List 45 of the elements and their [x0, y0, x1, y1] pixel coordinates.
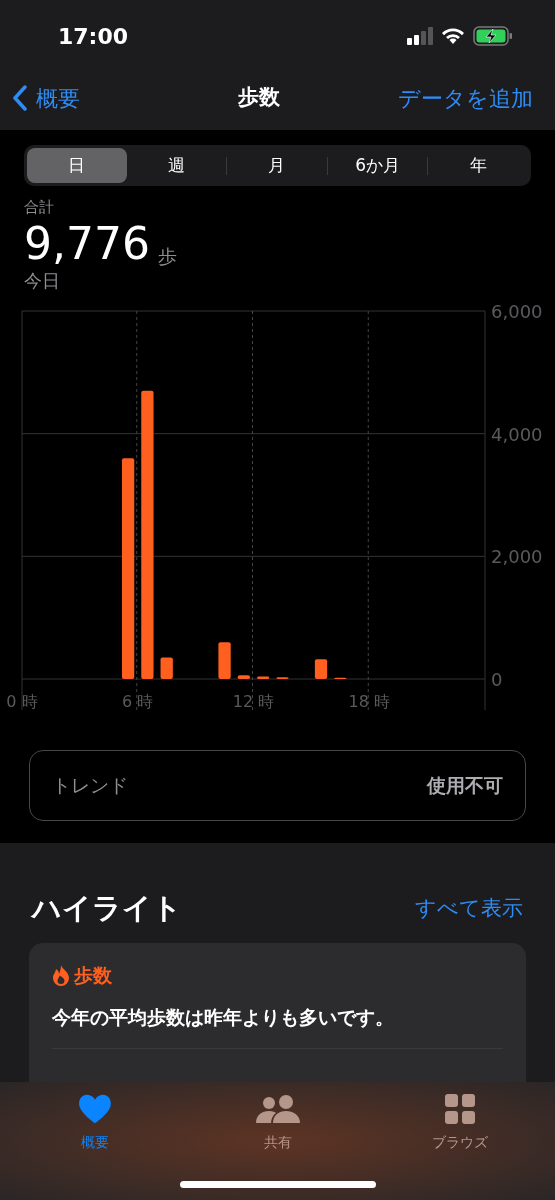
bar: [218, 642, 231, 679]
bar: [237, 675, 250, 679]
x-tick-label: 12 時: [232, 692, 275, 710]
x-tick-label: 0 時: [6, 692, 38, 710]
unit-label: 歩: [157, 247, 177, 266]
tab-bar-item[interactable]: 共有: [232, 1092, 323, 1153]
highlight-card[interactable]: 歩数 今年の平均歩数は昨年よりも多いです。: [29, 942, 526, 1083]
people-icon: [254, 1094, 301, 1124]
x-tick-label: 6 時: [122, 692, 154, 710]
section-heading: ハイライト: [32, 890, 182, 927]
screen-title: 歩数: [238, 84, 280, 112]
wifi-icon: [441, 27, 465, 45]
add-data-link[interactable]: データを追加: [398, 81, 533, 115]
grid-icon: [444, 1093, 476, 1125]
date-label: 今日: [24, 270, 61, 292]
tab-bar-item[interactable]: 概要: [50, 1092, 140, 1153]
bar: [314, 659, 328, 679]
segment-tab[interactable]: 6か月: [327, 148, 428, 183]
status-time: 17:00: [58, 22, 129, 51]
segment-tab[interactable]: 週: [126, 148, 227, 183]
y-tick-label: 0: [491, 669, 503, 690]
bar: [257, 676, 270, 679]
y-tick-label: 6,000: [491, 301, 543, 322]
segment-tab[interactable]: 月: [227, 148, 327, 183]
segment-tab[interactable]: 日: [27, 148, 127, 183]
trend-label: トレンド: [52, 773, 128, 799]
tab-bar-item[interactable]: ブラウズ: [415, 1092, 505, 1153]
bar: [160, 657, 173, 679]
chevron-left-icon: [12, 85, 28, 111]
trend-card[interactable]: トレンド 使用不可: [29, 750, 526, 821]
x-tick-label: 18 時: [348, 692, 390, 710]
back-button[interactable]: 概要: [12, 81, 80, 115]
total-label: 合計: [24, 198, 55, 216]
total-value: 9,776: [24, 220, 150, 268]
show-all-link[interactable]: すべて表示: [415, 893, 523, 925]
highlight-category: 歩数: [74, 962, 112, 988]
highlight-text: 今年の平均歩数は昨年よりも多いです。: [52, 1005, 395, 1030]
y-tick-label: 2,000: [491, 546, 543, 568]
battery-charging-icon: [473, 26, 513, 46]
y-tick-label: 4,000: [491, 423, 543, 445]
flame-icon: [52, 963, 70, 986]
trend-value: 使用不可: [427, 773, 503, 799]
segment-tab[interactable]: 年: [428, 148, 528, 183]
signal-icon: [407, 27, 433, 45]
heart-icon: [78, 1093, 112, 1125]
